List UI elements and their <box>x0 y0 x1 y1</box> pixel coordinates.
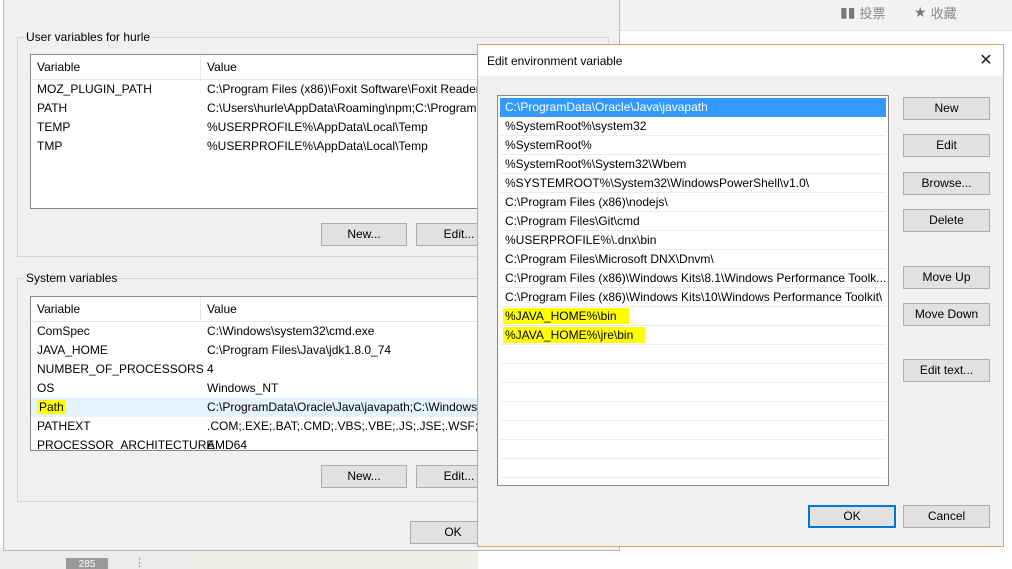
system-variables-title: System variables <box>24 271 120 285</box>
variable-value: C:\Program Files\Java\jdk1.8.0_74 <box>207 343 392 357</box>
vote-action[interactable]: ▮▮ 投票 <box>840 3 885 22</box>
path-entries-list[interactable]: C:\ProgramData\Oracle\Java\javapath %Sys… <box>497 95 889 486</box>
empty-list-row <box>500 459 886 478</box>
empty-list-row <box>500 383 886 402</box>
move-up-button[interactable]: Move Up <box>903 266 990 289</box>
new-button[interactable]: New <box>903 97 990 120</box>
variable-name: PATHEXT <box>37 419 91 433</box>
variable-name: OS <box>37 381 55 395</box>
variable-name: TMP <box>37 139 63 153</box>
star-icon: ★ <box>914 4 927 20</box>
list-item[interactable]: %SystemRoot% <box>500 136 886 155</box>
variable-name: JAVA_HOME <box>37 343 108 357</box>
ok-button[interactable]: OK <box>808 505 896 528</box>
variable-value: %USERPROFILE%\AppData\Local\Temp <box>207 139 428 153</box>
variable-name: TEMP <box>37 120 71 134</box>
cancel-button[interactable]: Cancel <box>903 505 990 528</box>
empty-list-row <box>500 421 886 440</box>
highlighted-entry: %JAVA_HOME%\jre\bin <box>503 327 646 343</box>
system-new-button[interactable]: New... <box>321 465 407 488</box>
dialog-title: Edit environment variable <box>487 54 623 68</box>
collect-action[interactable]: ★ 收藏 <box>914 3 957 22</box>
browse-button[interactable]: Browse... <box>903 172 990 195</box>
empty-list-row <box>500 440 886 459</box>
variable-name: Path <box>31 398 66 417</box>
variable-column-header[interactable]: Variable <box>31 297 200 321</box>
variable-value: AMD64 <box>207 438 248 451</box>
highlighted-variable-name: Path <box>37 400 66 414</box>
variable-value: C:\Program Files (x86)\Foxit Software\Fo… <box>207 82 490 96</box>
collect-label: 收藏 <box>930 6 957 21</box>
browser-toolbar: ▮▮ 投票 ★ 收藏 <box>620 0 1012 31</box>
close-icon[interactable]: ✕ <box>969 45 1003 76</box>
edit-button[interactable]: Edit <box>903 134 990 157</box>
vote-label: 投票 <box>859 6 886 21</box>
edit-environment-variable-dialog: Edit environment variable ✕ C:\ProgramDa… <box>477 44 1004 547</box>
variable-value: C:\Windows\system32\cmd.exe <box>207 324 375 338</box>
variable-name: NUMBER_OF_PROCESSORS <box>37 362 204 376</box>
variable-value: 4 <box>207 362 214 376</box>
list-item[interactable]: C:\Program Files\Microsoft DNX\Dnvm\ <box>500 250 886 269</box>
list-item[interactable]: %USERPROFILE%\.dnx\bin <box>500 231 886 250</box>
background-page-panel <box>186 548 478 569</box>
move-down-button[interactable]: Move Down <box>903 303 990 326</box>
variable-name: MOZ_PLUGIN_PATH <box>37 82 152 96</box>
list-item-selected[interactable]: C:\ProgramData\Oracle\Java\javapath <box>500 98 886 117</box>
user-variables-title: User variables for hurle <box>24 30 153 44</box>
variable-value: C:\ProgramData\Oracle\Java\javapath;C:\W… <box>207 400 481 414</box>
variable-column-header[interactable]: Variable <box>31 55 200 79</box>
variable-name: ComSpec <box>37 324 90 338</box>
empty-list-row <box>500 345 886 364</box>
list-item[interactable]: C:\Program Files\Git\cmd <box>500 212 886 231</box>
variable-name: PROCESSOR_ARCHITECTURE <box>37 438 215 451</box>
list-item[interactable]: %SystemRoot%\System32\Wbem <box>500 155 886 174</box>
list-item-highlighted[interactable]: %JAVA_HOME%\bin <box>500 307 886 326</box>
edit-text-button[interactable]: Edit text... <box>903 359 990 382</box>
variable-value: %USERPROFILE%\AppData\Local\Temp <box>207 120 428 134</box>
delete-button[interactable]: Delete <box>903 209 990 232</box>
list-item[interactable]: %SystemRoot%\system32 <box>500 117 886 136</box>
list-item[interactable]: C:\Program Files (x86)\Windows Kits\10\W… <box>500 288 886 307</box>
more-dots-icon: ⋮ <box>134 557 145 569</box>
empty-list-row <box>500 402 886 421</box>
bar-chart-icon: ▮▮ <box>840 4 856 20</box>
empty-list-row <box>500 364 886 383</box>
highlighted-entry: %JAVA_HOME%\bin <box>503 308 629 324</box>
list-item[interactable]: %SYSTEMROOT%\System32\WindowsPowerShell\… <box>500 174 886 193</box>
list-item-highlighted[interactable]: %JAVA_HOME%\jre\bin <box>500 326 886 345</box>
background-counter: 285 <box>66 558 108 569</box>
variable-value: .COM;.EXE;.BAT;.CMD;.VBS;.VBE;.JS;.JSE;.… <box>207 419 517 433</box>
list-item[interactable]: C:\Program Files (x86)\Windows Kits\8.1\… <box>500 269 886 288</box>
list-item[interactable]: C:\Program Files (x86)\nodejs\ <box>500 193 886 212</box>
dialog-titlebar[interactable]: Edit environment variable ✕ <box>478 45 1003 76</box>
variable-value: C:\Users\hurle\AppData\Roaming\npm;C:\Pr… <box>207 101 477 115</box>
variable-name: PATH <box>37 101 68 115</box>
variable-value: Windows_NT <box>207 381 279 395</box>
user-new-button[interactable]: New... <box>321 223 407 246</box>
